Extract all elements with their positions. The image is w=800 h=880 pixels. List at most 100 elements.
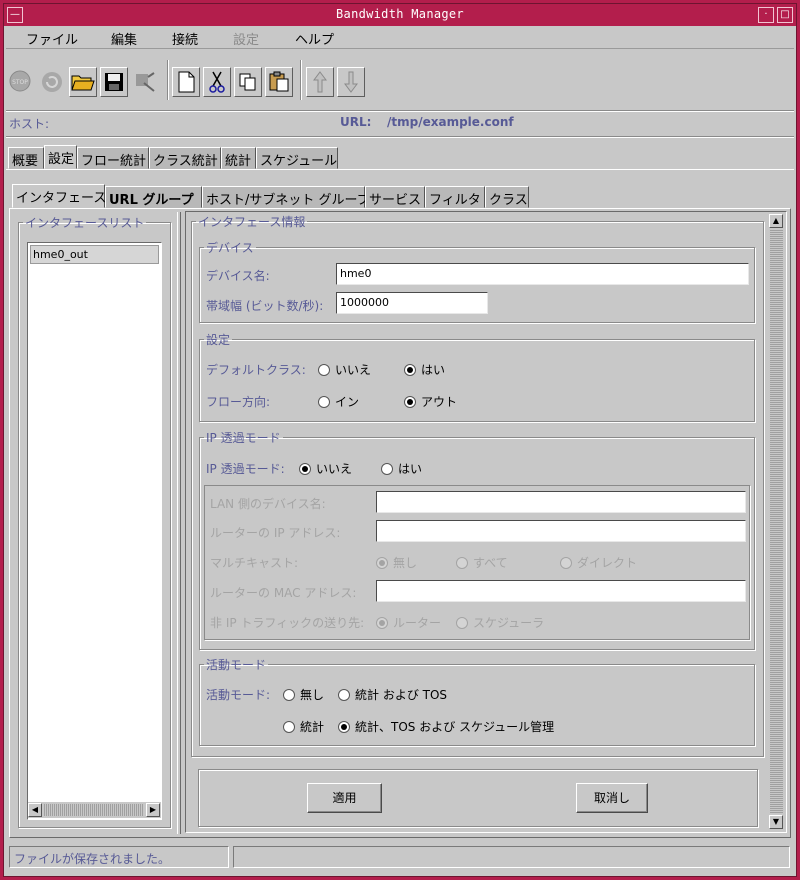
- toolbar-separator: [167, 60, 169, 100]
- radio-icon: [456, 616, 468, 629]
- minimize-button[interactable]: ·: [758, 7, 774, 23]
- multicast-all-radio[interactable]: すべて: [456, 554, 508, 571]
- device-title: デバイス: [206, 241, 254, 255]
- menu-edit[interactable]: 編集: [111, 29, 137, 48]
- settings-title: 設定: [206, 333, 231, 347]
- scroll-right-icon[interactable]: ▶: [146, 803, 160, 817]
- interface-list-title: インタフェースリスト: [25, 216, 145, 230]
- ip-transparent-title: IP 透過モード: [206, 431, 281, 445]
- tab-interface[interactable]: インタフェース: [12, 184, 106, 208]
- copy-icon[interactable]: [234, 67, 262, 97]
- refresh-icon[interactable]: [38, 67, 66, 97]
- menu-connect[interactable]: 接続: [172, 29, 198, 48]
- tab-stats[interactable]: 統計: [221, 147, 256, 169]
- tab-class-stats[interactable]: クラス統計: [149, 147, 221, 169]
- scrollbar-thumb[interactable]: [770, 230, 783, 814]
- tab-flow-stats[interactable]: フロー統計: [77, 147, 149, 169]
- maximize-button[interactable]: □: [777, 7, 793, 23]
- cancel-button[interactable]: 取消し: [576, 783, 648, 813]
- paste-icon[interactable]: [265, 67, 293, 97]
- stop-icon[interactable]: STOP: [9, 70, 31, 92]
- list-item[interactable]: hme0_out: [30, 245, 159, 264]
- flow-out-radio[interactable]: アウト: [404, 393, 457, 410]
- non-ip-scheduler-radio[interactable]: スケジューラ: [456, 614, 544, 631]
- scroll-down-icon[interactable]: ▼: [769, 815, 783, 829]
- toolbar-separator: [300, 60, 302, 100]
- activity-mode-label: 活動モード:: [206, 688, 271, 702]
- save-icon[interactable]: [100, 67, 128, 97]
- scroll-up-icon[interactable]: ▲: [769, 214, 783, 228]
- radio-icon: [318, 395, 330, 408]
- interface-list[interactable]: hme0_out: [27, 242, 162, 820]
- scrollbar-track[interactable]: [43, 804, 143, 816]
- bandwidth-field[interactable]: 1000000: [336, 292, 488, 314]
- bandwidth-label: 帯域幅 (ビット数/秒):: [206, 299, 324, 313]
- move-up-icon[interactable]: [306, 67, 334, 97]
- tab-filter[interactable]: フィルタ: [425, 186, 485, 208]
- host-label: ホスト:: [9, 117, 50, 131]
- svg-text:STOP: STOP: [12, 79, 28, 86]
- radio-icon: [338, 688, 350, 701]
- url-label: URL:: [340, 115, 372, 129]
- router-mac-label: ルーターの MAC アドレス:: [210, 586, 357, 600]
- radio-selected-icon: [404, 363, 416, 376]
- radio-icon: [283, 688, 295, 701]
- multicast-direct-radio[interactable]: ダイレクト: [560, 554, 637, 571]
- radio-selected-icon: [338, 720, 350, 733]
- menu-file[interactable]: ファイル: [26, 29, 78, 48]
- horizontal-scrollbar[interactable]: ◀ ▶: [28, 802, 161, 818]
- ip-transparent-no-radio[interactable]: いいえ: [299, 460, 352, 477]
- menu-help[interactable]: ヘルプ: [295, 29, 334, 48]
- title-bar[interactable]: — Bandwidth Manager · □: [4, 4, 796, 26]
- multicast-none-radio[interactable]: 無し: [376, 554, 417, 571]
- activity-stats-radio[interactable]: 統計: [283, 718, 324, 735]
- device-name-field[interactable]: hme0: [336, 263, 749, 285]
- activity-stats-tos-radio[interactable]: 統計 および TOS: [338, 686, 447, 703]
- tab-overview[interactable]: 概要: [8, 147, 44, 169]
- router-mac-field[interactable]: [376, 580, 746, 602]
- radio-icon: [381, 462, 393, 475]
- move-down-icon[interactable]: [337, 67, 365, 97]
- flow-direction-label: フロー方向:: [206, 395, 271, 409]
- tab-settings[interactable]: 設定: [44, 145, 77, 169]
- cut-icon[interactable]: [203, 67, 231, 97]
- open-folder-icon[interactable]: [69, 67, 97, 97]
- default-class-label: デフォルトクラス:: [206, 363, 306, 377]
- lan-device-label: LAN 側のデバイス名:: [210, 497, 326, 511]
- divider: [6, 110, 794, 112]
- save-as-icon[interactable]: [131, 67, 159, 97]
- tab-class[interactable]: クラス: [485, 186, 529, 208]
- router-ip-field[interactable]: [376, 520, 746, 542]
- menu-settings[interactable]: 設定: [233, 29, 259, 48]
- new-document-icon[interactable]: [172, 67, 200, 97]
- flow-in-radio[interactable]: イン: [318, 393, 359, 410]
- radio-icon: [456, 556, 468, 569]
- scroll-left-icon[interactable]: ◀: [28, 803, 42, 817]
- activity-mode-title: 活動モード: [206, 658, 267, 672]
- tab-schedule[interactable]: スケジュール: [256, 147, 338, 169]
- splitter[interactable]: [177, 212, 181, 834]
- menu-bar: ファイル 編集 接続 設定 ヘルプ: [6, 27, 794, 49]
- main-tab-bar: 概要 設定 フロー統計 クラス統計 統計 スケジュール: [8, 145, 788, 171]
- radio-selected-icon: [376, 556, 388, 569]
- divider: [6, 136, 794, 138]
- lan-device-field[interactable]: [376, 491, 746, 513]
- non-ip-traffic-label: 非 IP トラフィックの送り先:: [210, 616, 365, 630]
- status-message: ファイルが保存されました。: [9, 846, 229, 868]
- radio-icon: [560, 556, 572, 569]
- device-name-label: デバイス名:: [206, 269, 270, 283]
- tab-service[interactable]: サービス: [365, 186, 425, 208]
- radio-selected-icon: [376, 616, 388, 629]
- tab-host-subnet-group[interactable]: ホスト/サブネット グループ: [202, 186, 370, 208]
- activity-none-radio[interactable]: 無し: [283, 686, 324, 703]
- activity-stats-tos-schedule-radio[interactable]: 統計、TOS および スケジュール管理: [338, 718, 554, 735]
- apply-button[interactable]: 適用: [307, 783, 382, 813]
- vertical-scrollbar[interactable]: ▲ ▼: [768, 212, 785, 832]
- ip-transparent-yes-radio[interactable]: はい: [381, 460, 422, 477]
- default-class-yes-radio[interactable]: はい: [404, 361, 445, 378]
- default-class-no-radio[interactable]: いいえ: [318, 361, 371, 378]
- radio-selected-icon: [404, 395, 416, 408]
- tab-url-group[interactable]: URL グループ: [105, 186, 202, 208]
- status-secondary: [233, 846, 790, 868]
- non-ip-router-radio[interactable]: ルーター: [376, 614, 441, 631]
